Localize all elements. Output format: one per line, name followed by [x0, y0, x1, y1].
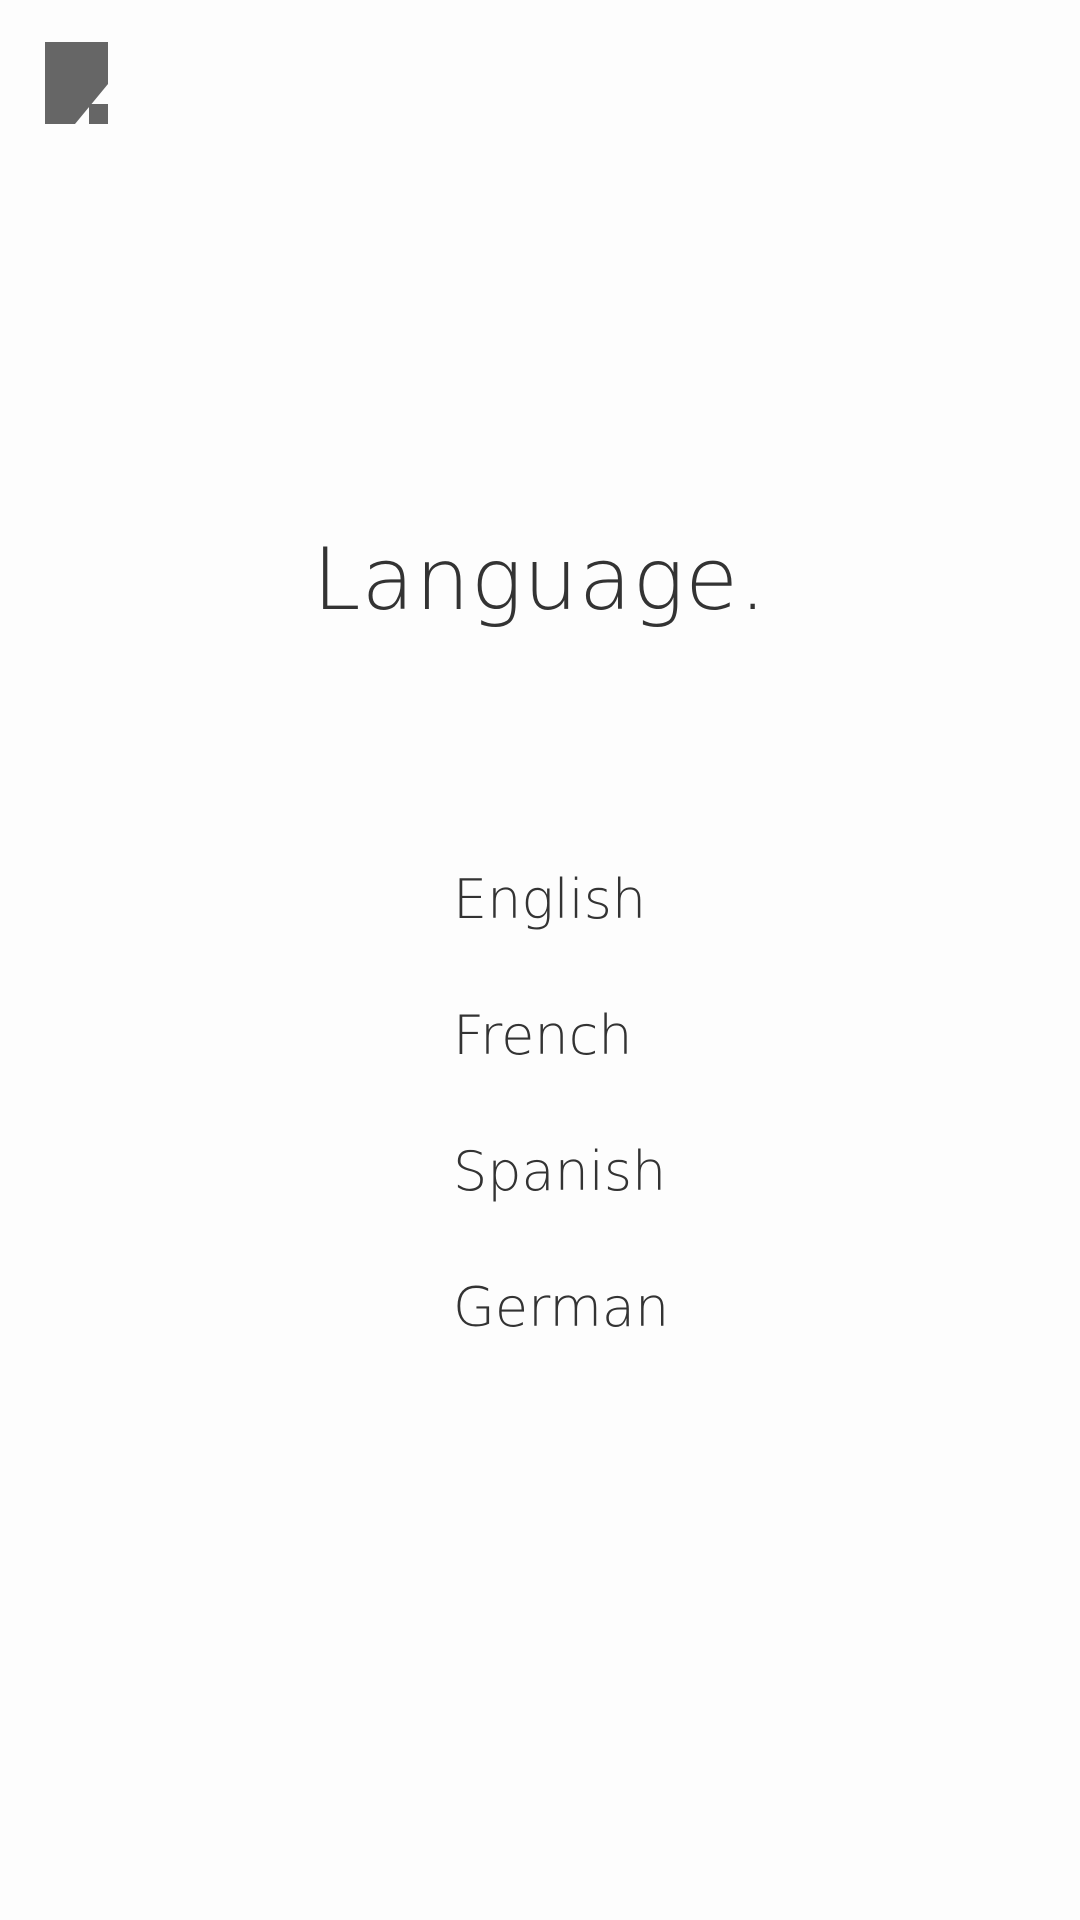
language-option-spanish[interactable]: Spanish — [453, 1122, 669, 1258]
app-logo-icon — [45, 42, 108, 124]
language-option-german[interactable]: German — [453, 1258, 669, 1394]
language-option-english[interactable]: English — [453, 850, 669, 986]
language-option-french[interactable]: French — [453, 986, 669, 1122]
page-title: Language. — [312, 530, 768, 630]
language-list: English French Spanish German — [453, 850, 669, 1394]
